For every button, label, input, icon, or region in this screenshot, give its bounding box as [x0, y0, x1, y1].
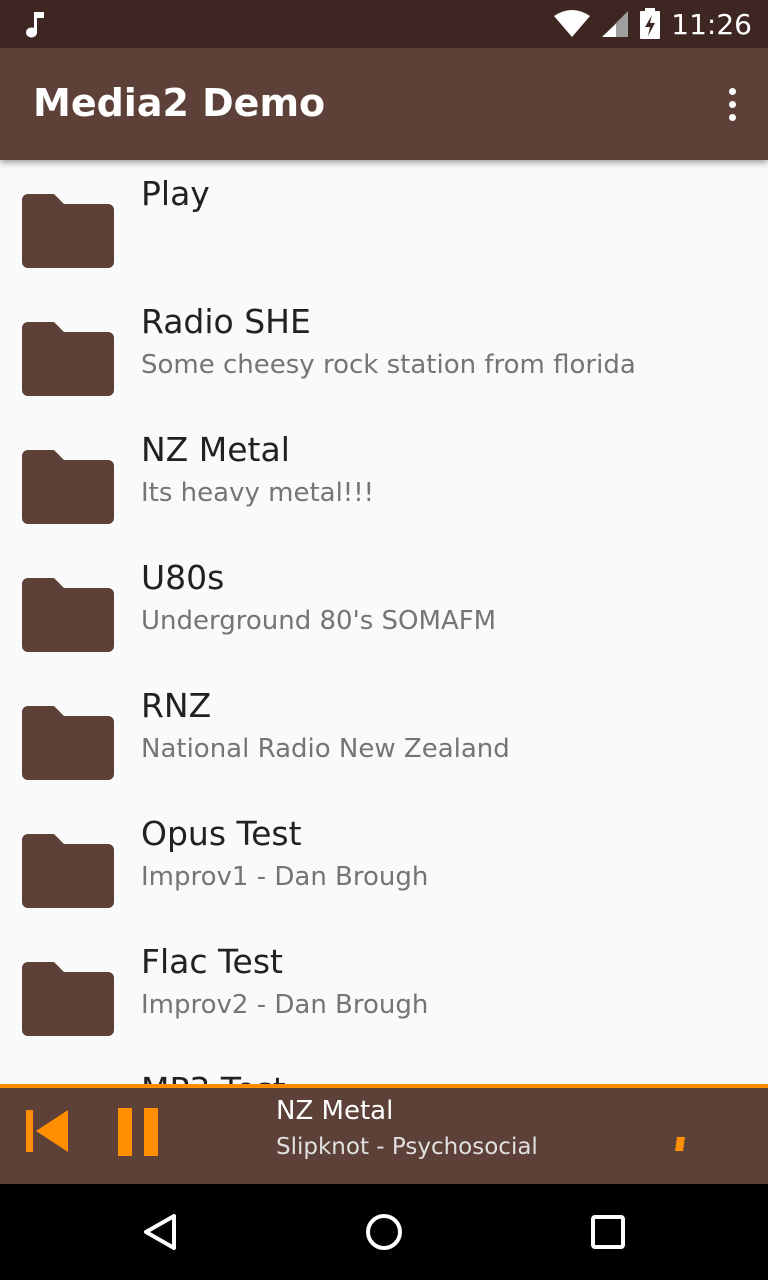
back-icon[interactable] [140, 1212, 180, 1252]
list-item-title: RNZ [141, 686, 212, 725]
list-item-subtitle: National Radio New Zealand [141, 734, 510, 764]
list-item-subtitle: Its heavy metal!!! [141, 478, 375, 508]
app-bar: Media2 Demo [0, 48, 768, 160]
folder-icon [22, 834, 114, 908]
now-playing-bar[interactable]: NZ Metal Slipknot - Psychosocial [0, 1084, 768, 1184]
folder-icon [22, 706, 114, 780]
status-time: 11:26 [671, 7, 752, 41]
list-item[interactable]: Radio SHE Some cheesy rock station from … [0, 288, 768, 416]
battery-charging-icon [640, 8, 661, 39]
folder-icon [22, 322, 114, 396]
signal-icon [602, 11, 629, 37]
wifi-icon [554, 10, 591, 37]
folder-icon [22, 194, 114, 268]
list-item[interactable]: U80s Underground 80's SOMAFM [0, 544, 768, 672]
list-item-subtitle: Underground 80's SOMAFM [141, 606, 497, 636]
list-item-title: Radio SHE [141, 302, 311, 341]
playback-indicator-icon [675, 1137, 685, 1151]
list-item-title: MP3 Test [141, 1070, 286, 1084]
navigation-bar [0, 1184, 768, 1280]
list-item-title: Opus Test [141, 814, 302, 853]
music-note-icon [26, 12, 44, 38]
status-bar: 11:26 [0, 0, 768, 48]
list-item-title: U80s [141, 558, 225, 597]
list-item-subtitle: Some cheesy rock station from florida [141, 350, 636, 380]
app-title: Media2 Demo [33, 81, 326, 125]
list-item-subtitle: Improv2 - Dan Brough [141, 990, 429, 1020]
home-icon[interactable] [364, 1212, 404, 1252]
list-item[interactable]: NZ Metal Its heavy metal!!! [0, 416, 768, 544]
folder-icon [22, 962, 114, 1036]
more-vert-icon[interactable] [726, 86, 738, 122]
list-item[interactable]: Flac Test Improv2 - Dan Brough [0, 928, 768, 1056]
recents-icon[interactable] [588, 1212, 628, 1252]
list-item-subtitle: Improv1 - Dan Brough [141, 862, 429, 892]
list-item[interactable]: Play [0, 160, 768, 288]
list-item-title: Flac Test [141, 942, 283, 981]
pause-icon[interactable] [116, 1108, 162, 1158]
list-item[interactable]: MP3 Test [0, 1056, 768, 1084]
list-item[interactable]: Opus Test Improv1 - Dan Brough [0, 800, 768, 928]
folder-icon [22, 578, 114, 652]
list-item[interactable]: RNZ National Radio New Zealand [0, 672, 768, 800]
now-playing-title: NZ Metal [276, 1096, 394, 1126]
skip-previous-icon[interactable] [24, 1108, 70, 1154]
now-playing-subtitle: Slipknot - Psychosocial [276, 1134, 538, 1160]
list-item-title: NZ Metal [141, 430, 290, 469]
list-item-title: Play [141, 174, 210, 213]
media-list[interactable]: Play Radio SHE Some cheesy rock station … [0, 160, 768, 1084]
folder-icon [22, 450, 114, 524]
